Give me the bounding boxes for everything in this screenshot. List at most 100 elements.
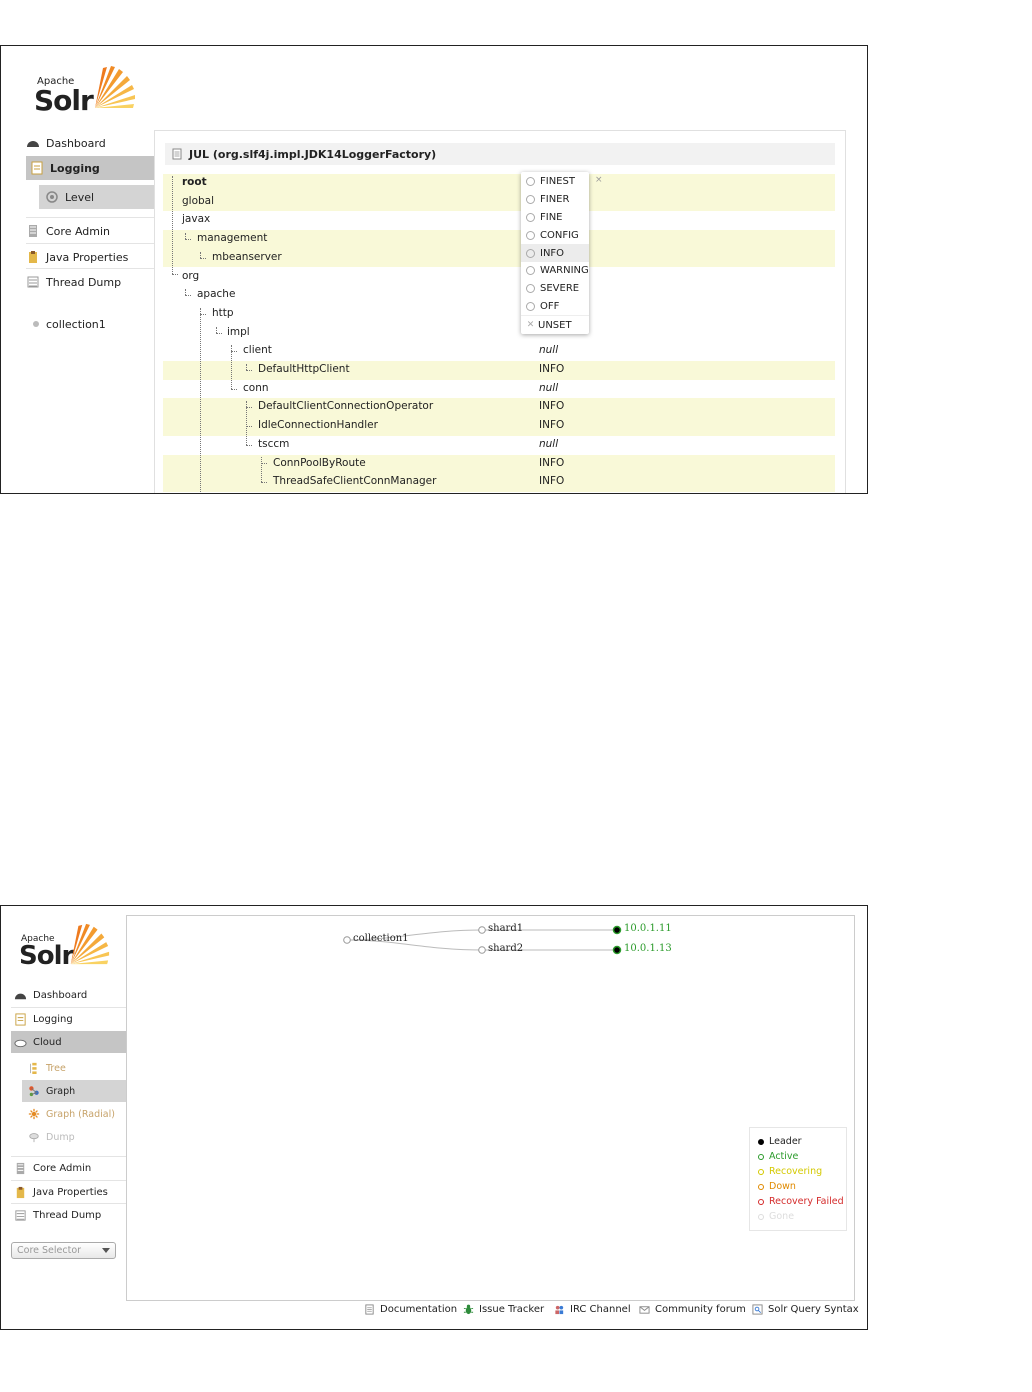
level-option-label: FINER [540,194,570,206]
footer-query-syntax-link[interactable]: Solr Query Syntax [752,1304,859,1315]
level-option-off[interactable]: OFF [521,298,589,316]
nav-collection1[interactable]: collection1 [26,312,154,336]
legend-dot-icon [758,1168,764,1175]
logger-row[interactable]: DefaultClientConnectionOperator INFO [163,398,835,418]
logger-factory-title: JUL (org.slf4j.impl.JDK14LoggerFactory) [189,147,437,161]
logger-row[interactable]: management [163,230,835,249]
shard-label[interactable]: shard2 [488,943,523,954]
logger-row[interactable]: impl [163,324,835,343]
nav-graph-label: Graph [46,1085,76,1097]
radio-icon [526,284,535,294]
logger-level: INFO [539,475,565,488]
level-option-severe[interactable]: SEVERE [521,280,589,298]
tree-connector [172,274,178,275]
nav-dashboard[interactable]: Dashboard [26,131,154,155]
nav-core-admin[interactable]: Core Admin [11,1157,126,1179]
logger-row[interactable]: global [163,192,835,212]
close-icon[interactable]: × [595,175,603,185]
level-option-config[interactable]: CONFIG [521,226,589,244]
magnifier-icon [752,1304,763,1315]
nav-thread-dump[interactable]: Thread Dump [26,270,154,294]
logger-name: ConnPoolByRoute [273,456,366,469]
level-option-label: FINE [540,211,563,223]
logger-name: conn [243,381,269,394]
nav-logging[interactable]: Logging [26,156,154,180]
solr-logo[interactable]: Apache Solr [17,922,117,972]
logger-name: impl [227,325,250,338]
logger-row[interactable]: DefaultHttpClient INFO [163,361,835,380]
nav-graph-radial-label: Graph (Radial) [46,1108,115,1120]
nav-level[interactable]: Level [39,185,154,209]
core-selector[interactable]: Core Selector [11,1242,116,1259]
tree-connector [231,351,237,352]
tree-connector [200,314,206,315]
logger-row[interactable]: mbeanserver [163,248,835,268]
legend-dot-icon [758,1198,764,1205]
logger-row[interactable]: tsccm null [163,436,835,455]
nav-logging[interactable]: Logging [11,1008,126,1030]
legend-label: Active [769,1151,799,1162]
legend-leader: Leader [758,1136,802,1147]
node-label[interactable]: 10.0.1.11 [624,923,672,934]
thread-dump-icon [15,1209,26,1221]
nav-dashboard-label: Dashboard [33,989,88,1001]
logger-row[interactable]: javax [163,211,835,230]
nav-collection1-label: collection1 [46,317,106,331]
logger-row[interactable]: org [163,268,835,287]
cloud-icon [14,1039,27,1047]
level-option-label: INFO [540,247,565,259]
radial-graph-icon [28,1108,40,1120]
level-option-info[interactable]: INFO [521,244,589,262]
level-option-label: UNSET [538,319,572,331]
core-admin-icon [29,225,37,237]
node-label[interactable]: 10.0.1.13 [624,943,672,954]
dashboard-icon [14,993,27,999]
nav-dump[interactable]: Dump [22,1126,126,1148]
tree-connector [246,426,252,427]
nav-thread-dump[interactable]: Thread Dump [11,1204,126,1226]
nav-graph[interactable]: Graph [22,1080,126,1102]
logger-name: javax [182,213,211,226]
legend-recovery-failed: Recovery Failed [758,1196,844,1207]
logger-row[interactable]: root [163,174,835,193]
logger-name: apache [197,288,236,301]
footer-link-label: Solr Query Syntax [768,1304,859,1315]
unset-x-icon: ✕ [526,320,535,331]
nav-graph-radial[interactable]: Graph (Radial) [22,1103,126,1125]
level-option-warning[interactable]: WARNING [521,262,589,280]
level-option-finest[interactable]: FINEST [521,173,589,191]
level-option-label: WARNING [540,265,589,277]
nav-core-admin[interactable]: Core Admin [26,219,154,243]
logger-row[interactable]: apache [163,286,835,305]
radio-icon [526,212,535,222]
level-option-unset[interactable]: ✕ UNSET [521,315,589,334]
nav-tree[interactable]: Tree [22,1057,126,1079]
radio-icon [526,230,535,240]
logger-level: null [539,344,559,357]
nav-java-properties[interactable]: Java Properties [11,1181,126,1203]
level-dropdown[interactable]: FINEST FINER FINE CONFIG INFO WARNING SE… [521,172,589,334]
footer-documentation-link[interactable]: Documentation [364,1304,457,1315]
logger-row[interactable]: IdleConnectionHandler INFO [163,417,835,436]
logger-row[interactable]: conn null [163,380,835,399]
shard-label[interactable]: shard1 [488,923,523,934]
level-option-finer[interactable]: FINER [521,191,589,209]
solr-logo[interactable]: Apache Solr [31,64,141,117]
nav-java-properties[interactable]: Java Properties [26,245,154,269]
nav-cloud[interactable]: Cloud [11,1031,126,1053]
footer-issue-tracker-link[interactable]: Issue Tracker [463,1304,544,1315]
logger-row[interactable]: http [163,305,835,324]
collection-label[interactable]: collection1 [353,933,409,944]
nav-dashboard[interactable]: Dashboard [11,984,126,1006]
logging-screenshot: Apache Solr Dashboard Logging Level Core… [0,45,868,494]
tree-connector [231,389,237,390]
level-option-fine[interactable]: FINE [521,209,589,227]
logger-level: null [539,437,559,450]
logger-level: INFO [539,400,565,413]
legend-dot-icon [758,1153,764,1160]
logger-row[interactable]: client null [163,342,835,361]
footer-irc-channel-link[interactable]: IRC Channel [554,1304,631,1315]
logger-level: INFO [539,419,565,432]
footer-community-forum-link[interactable]: Community forum [639,1304,746,1315]
tree-connector [172,176,173,274]
